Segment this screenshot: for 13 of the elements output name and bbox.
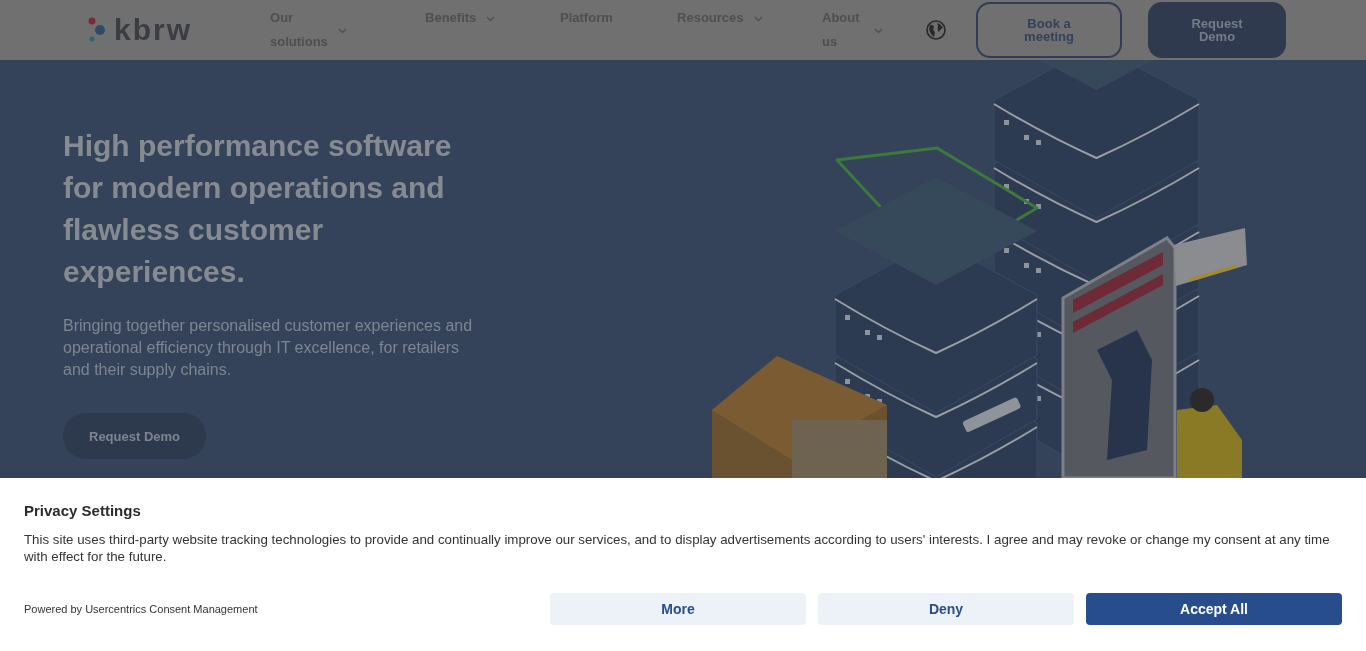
powered-by-text: Powered by Usercentrics Consent Management xyxy=(24,603,258,615)
hero-subtitle: Bringing together personalised customer experiences and operational efficiency through IT excellence, for retailers and their supply chains. xyxy=(63,316,474,380)
request-demo-button[interactable]: Request Demo xyxy=(63,413,207,459)
consent-button[interactable]: Accept All xyxy=(1086,593,1342,625)
consent-text: This site uses third-party website tracking technologies to provide and continually improve our services, and to display advertisements according to users' interests. I agree and may revoke or change my consent at any time with effect for the future. xyxy=(24,531,1331,565)
globe-icon[interactable] xyxy=(926,20,947,40)
logo-dots-icon xyxy=(88,17,108,43)
book-meeting-button[interactable]: Book a meeting xyxy=(976,2,1123,58)
consent-title: Privacy Settings xyxy=(24,502,142,519)
consent-button[interactable]: More xyxy=(550,593,806,625)
hero-heading: High performance software for modern operations and flawless customer experiences. xyxy=(63,128,453,290)
consent-button[interactable]: Deny xyxy=(818,593,1074,625)
request-demo-button[interactable]: Request Demo xyxy=(1148,2,1287,58)
